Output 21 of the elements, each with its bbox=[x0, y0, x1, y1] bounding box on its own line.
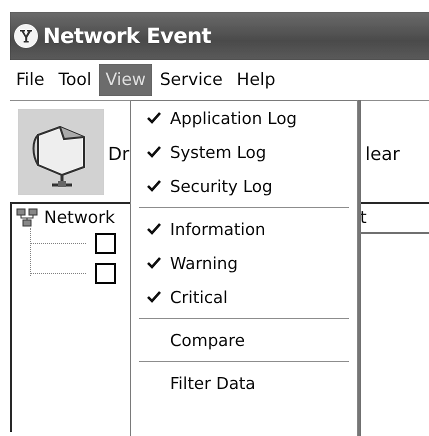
window-title: Network Event bbox=[43, 24, 212, 48]
toolbar-label[interactable]: lear bbox=[365, 144, 400, 165]
menu-item[interactable]: Help bbox=[230, 64, 282, 96]
toolbar-label[interactable]: Dr bbox=[108, 144, 130, 165]
menu-item[interactable]: Filter Data bbox=[131, 366, 357, 400]
menu-item[interactable]: File bbox=[10, 64, 50, 96]
app-logo-icon bbox=[13, 23, 39, 49]
tree-root-label[interactable]: Network bbox=[44, 208, 115, 228]
menu-item[interactable]: View bbox=[99, 64, 152, 96]
checkbox[interactable] bbox=[95, 262, 116, 284]
menu-item[interactable]: Tool bbox=[52, 64, 98, 96]
menu-item[interactable]: Security Log bbox=[131, 169, 357, 203]
menu-item[interactable]: Warning bbox=[131, 246, 357, 280]
network-folder-icon[interactable] bbox=[18, 108, 104, 194]
menu-item[interactable]: Critical bbox=[131, 280, 357, 314]
checkbox[interactable] bbox=[95, 232, 116, 254]
menu-item[interactable]: System Log bbox=[131, 135, 357, 169]
menu-item[interactable]: Compare bbox=[131, 323, 357, 357]
menu-item[interactable]: Application Log bbox=[131, 101, 357, 135]
network-icon bbox=[16, 208, 38, 228]
menu-item[interactable]: Service bbox=[154, 64, 229, 96]
